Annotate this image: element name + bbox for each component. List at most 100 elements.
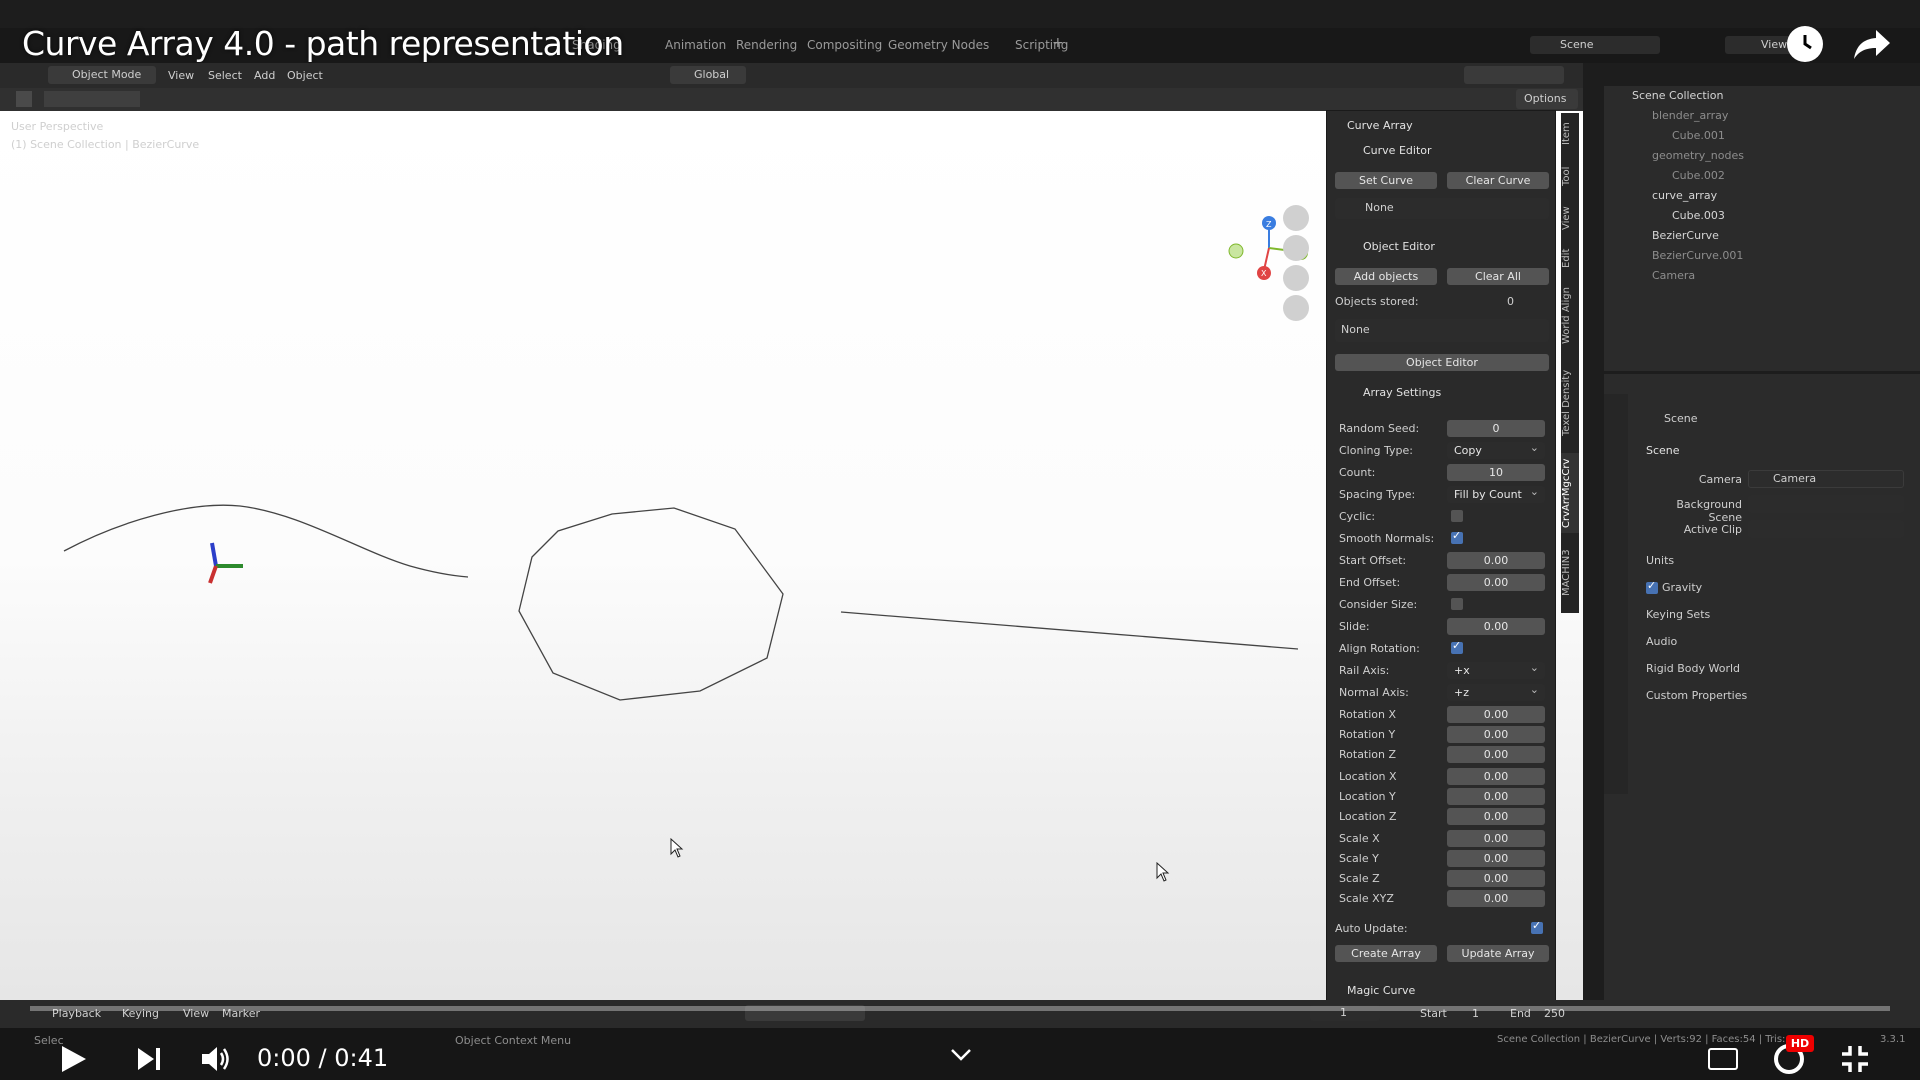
zoom-icon[interactable] <box>1283 205 1309 231</box>
tab-geometry-nodes[interactable]: Geometry Nodes <box>888 38 989 52</box>
scale-z-field[interactable]: 0.00 <box>1447 870 1545 887</box>
select-mode-buttons[interactable] <box>44 91 140 107</box>
random-seed-field[interactable]: 0 <box>1447 420 1545 437</box>
sidebar-tab-crvarrmgccrv[interactable]: CrvArrMgcCrv <box>1561 453 1579 533</box>
cloning-type-dropdown[interactable]: Copy <box>1447 439 1545 459</box>
menu-add[interactable]: Add <box>254 69 275 82</box>
chevron-down-icon[interactable] <box>950 1048 972 1062</box>
scene-selector[interactable]: Scene <box>1530 36 1660 54</box>
rail-axis-dropdown[interactable]: +x <box>1447 659 1545 679</box>
shading-buttons[interactable] <box>1464 66 1564 84</box>
object-editor-button[interactable]: Object Editor <box>1335 354 1549 371</box>
outliner-item-camera[interactable]: Camera <box>1652 269 1695 287</box>
rotation-x-field[interactable]: 0.00 <box>1447 706 1545 723</box>
slide-field[interactable]: 0.00 <box>1447 618 1545 635</box>
sidebar-tab-item[interactable]: Item <box>1561 119 1579 149</box>
location-y-field[interactable]: 0.00 <box>1447 788 1545 805</box>
exit-fullscreen-icon[interactable] <box>1840 1044 1870 1074</box>
orientation-dropdown[interactable]: Global <box>670 66 746 84</box>
rigid-body-world-panel[interactable]: Rigid Body World <box>1646 662 1740 675</box>
normal-axis-label: Normal Axis: <box>1339 686 1409 699</box>
menu-select[interactable]: Select <box>208 69 242 82</box>
outliner-item-cube-001[interactable]: Cube.001 <box>1672 129 1725 147</box>
count-field[interactable]: 10 <box>1447 464 1545 481</box>
panel-title[interactable]: Curve Array <box>1347 119 1413 132</box>
video-progress-bar[interactable] <box>30 1006 1890 1011</box>
mode-dropdown[interactable]: Object Mode <box>48 66 156 84</box>
view-layer-selector[interactable]: View <box>1725 36 1795 54</box>
menu-view[interactable]: View <box>168 69 194 82</box>
menu-object[interactable]: Object <box>287 69 323 82</box>
gravity-checkbox[interactable] <box>1646 579 1658 594</box>
create-array-button[interactable]: Create Array <box>1335 945 1437 962</box>
gravity-panel[interactable]: Gravity <box>1662 581 1702 594</box>
cyclic-checkbox[interactable] <box>1451 510 1463 522</box>
scale-x-field[interactable]: 0.00 <box>1447 830 1545 847</box>
tab-animation[interactable]: Animation <box>665 38 726 52</box>
add-workspace-button[interactable]: + <box>1052 35 1064 51</box>
sidebar-tab-machin3[interactable]: MACHIN3 <box>1561 543 1579 603</box>
scale-xyz-field[interactable]: 0.00 <box>1447 890 1545 907</box>
scene-panel-header[interactable]: Scene <box>1646 444 1680 457</box>
magic-curve-header[interactable]: Magic Curve <box>1347 984 1415 997</box>
scale-y-field[interactable]: 0.00 <box>1447 850 1545 867</box>
location-x-field[interactable]: 0.00 <box>1447 768 1545 785</box>
audio-panel[interactable]: Audio <box>1646 635 1677 648</box>
keying-sets-panel[interactable]: Keying Sets <box>1646 608 1710 621</box>
outliner-item-blender-array[interactable]: blender_array <box>1652 109 1728 127</box>
tab-rendering[interactable]: Rendering <box>736 38 797 52</box>
objects-list[interactable]: None <box>1335 319 1549 342</box>
sidebar-tab-tool[interactable]: Tool <box>1561 161 1579 191</box>
set-curve-button[interactable]: Set Curve <box>1335 172 1437 189</box>
perspective-grid-icon[interactable] <box>1283 295 1309 321</box>
start-offset-field[interactable]: 0.00 <box>1447 552 1545 569</box>
outliner-item-cube-002[interactable]: Cube.002 <box>1672 169 1725 187</box>
camera-field[interactable]: Camera <box>1748 470 1904 488</box>
sidebar-tab-view[interactable]: View <box>1561 203 1579 233</box>
options-button[interactable]: Options <box>1516 89 1578 109</box>
outliner-root[interactable]: Scene Collection <box>1632 89 1723 107</box>
outliner-item-geometry-nodes[interactable]: geometry_nodes <box>1652 149 1744 167</box>
camera-view-icon[interactable] <box>1283 265 1309 291</box>
sidebar-tab-edit[interactable]: Edit <box>1561 243 1579 273</box>
sidebar-tab-texel-density[interactable]: Texel Density <box>1561 365 1579 440</box>
outliner-item-cube-003[interactable]: Cube.003 <box>1672 209 1725 227</box>
active-clip-field[interactable] <box>1748 520 1904 538</box>
volume-icon[interactable] <box>200 1044 234 1074</box>
curve-editor-header[interactable]: Curve Editor <box>1363 144 1432 157</box>
pan-hand-icon[interactable] <box>1283 235 1309 261</box>
location-z-field[interactable]: 0.00 <box>1447 808 1545 825</box>
object-editor-header[interactable]: Object Editor <box>1363 240 1435 253</box>
consider-size-checkbox[interactable] <box>1451 598 1463 610</box>
watch-later-icon[interactable] <box>1787 26 1823 62</box>
align-rotation-checkbox[interactable] <box>1451 639 1463 654</box>
tool-select-icon[interactable] <box>16 91 32 107</box>
normal-axis-dropdown[interactable]: +z <box>1447 681 1545 701</box>
outliner-item-beziercurve-001[interactable]: BezierCurve.001 <box>1652 249 1743 267</box>
clear-curve-button[interactable]: Clear Curve <box>1447 172 1549 189</box>
properties-breadcrumb: Scene <box>1664 412 1698 425</box>
rotation-z-field[interactable]: 0.00 <box>1447 746 1545 763</box>
rotation-y-field[interactable]: 0.00 <box>1447 726 1545 743</box>
custom-properties-panel[interactable]: Custom Properties <box>1646 689 1747 702</box>
play-icon[interactable] <box>60 1044 88 1074</box>
properties-tabs[interactable] <box>1604 394 1628 794</box>
clear-all-button[interactable]: Clear All <box>1447 268 1549 285</box>
array-settings-header[interactable]: Array Settings <box>1363 386 1441 399</box>
curve-field[interactable]: None <box>1335 198 1549 219</box>
subtitles-icon[interactable] <box>1708 1048 1738 1070</box>
outliner-item-curve-array[interactable]: curve_array <box>1652 189 1717 207</box>
auto-update-checkbox[interactable] <box>1531 919 1543 934</box>
spacing-type-dropdown[interactable]: Fill by Count <box>1447 483 1545 503</box>
add-objects-button[interactable]: Add objects <box>1335 268 1437 285</box>
background-scene-field[interactable] <box>1748 495 1904 513</box>
smooth-normals-checkbox[interactable] <box>1451 529 1463 544</box>
outliner-item-beziercurve[interactable]: BezierCurve <box>1652 229 1719 247</box>
tab-compositing[interactable]: Compositing <box>807 38 882 52</box>
sidebar-tab-world-align[interactable]: World Align <box>1561 281 1579 351</box>
end-offset-field[interactable]: 0.00 <box>1447 574 1545 591</box>
next-icon[interactable] <box>136 1046 164 1072</box>
update-array-button[interactable]: Update Array <box>1447 945 1549 962</box>
units-panel[interactable]: Units <box>1646 554 1674 567</box>
share-icon[interactable] <box>1852 28 1892 62</box>
